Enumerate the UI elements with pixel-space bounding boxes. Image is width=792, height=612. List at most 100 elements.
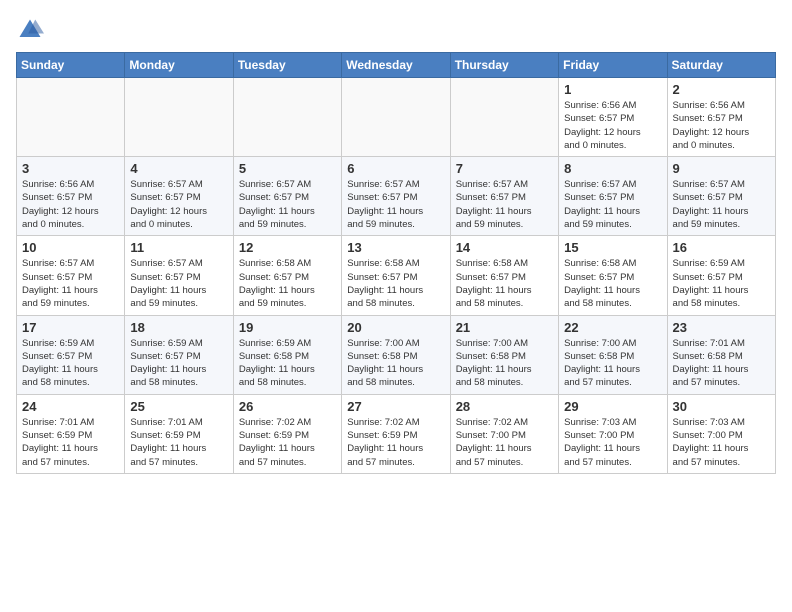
calendar-cell: 3Sunrise: 6:56 AM Sunset: 6:57 PM Daylig… [17, 157, 125, 236]
calendar-week-row: 1 Sunrise: 6:56 AM Sunset: 6:57 PM Daylig… [17, 78, 776, 157]
calendar-week-row: 17 Sunrise: 6:59 AM Sunset: 6:57 PM Dayli… [17, 315, 776, 394]
logo [16, 16, 48, 44]
calendar-cell [17, 78, 125, 157]
day-number: 19 [239, 320, 336, 335]
calendar-cell: 30 Sunrise: 7:03 AM Sunset: 7:00 PM Dayli… [667, 394, 775, 473]
calendar-week-row: 3Sunrise: 6:56 AM Sunset: 6:57 PM Daylig… [17, 157, 776, 236]
day-number: 11 [130, 240, 227, 255]
calendar-cell: 26Sunrise: 7:02 AM Sunset: 6:59 PM Dayli… [233, 394, 341, 473]
calendar-cell: 25 Sunrise: 7:01 AM Sunset: 6:59 PM Dayli… [125, 394, 233, 473]
calendar-week-row: 10 Sunrise: 6:57 AM Sunset: 6:57 PM Dayli… [17, 236, 776, 315]
calendar-cell: 18 Sunrise: 6:59 AM Sunset: 6:57 PM Dayli… [125, 315, 233, 394]
calendar-cell: 14 Sunrise: 6:58 AM Sunset: 6:57 PM Dayli… [450, 236, 558, 315]
calendar-cell: 23 Sunrise: 7:01 AM Sunset: 6:58 PM Dayli… [667, 315, 775, 394]
calendar-cell: 21 Sunrise: 7:00 AM Sunset: 6:58 PM Dayli… [450, 315, 558, 394]
day-info: Sunrise: 6:57 AM Sunset: 6:57 PM Dayligh… [239, 178, 336, 231]
weekday-header: Monday [125, 53, 233, 78]
day-number: 28 [456, 399, 553, 414]
calendar-cell: 2 Sunrise: 6:56 AM Sunset: 6:57 PM Daylig… [667, 78, 775, 157]
day-number: 20 [347, 320, 444, 335]
day-info: Sunrise: 7:03 AM Sunset: 7:00 PM Dayligh… [673, 416, 770, 469]
day-info: Sunrise: 6:59 AM Sunset: 6:57 PM Dayligh… [673, 257, 770, 310]
day-info: Sunrise: 7:01 AM Sunset: 6:59 PM Dayligh… [130, 416, 227, 469]
calendar-cell [125, 78, 233, 157]
calendar: SundayMondayTuesdayWednesdayThursdayFrid… [16, 52, 776, 474]
day-info: Sunrise: 7:01 AM Sunset: 6:58 PM Dayligh… [673, 337, 770, 390]
day-number: 14 [456, 240, 553, 255]
day-info: Sunrise: 6:59 AM Sunset: 6:57 PM Dayligh… [22, 337, 119, 390]
day-number: 22 [564, 320, 661, 335]
calendar-cell: 20Sunrise: 7:00 AM Sunset: 6:58 PM Dayli… [342, 315, 450, 394]
calendar-cell: 17 Sunrise: 6:59 AM Sunset: 6:57 PM Dayli… [17, 315, 125, 394]
weekday-header: Sunday [17, 53, 125, 78]
calendar-cell: 8 Sunrise: 6:57 AM Sunset: 6:57 PM Daylig… [559, 157, 667, 236]
day-number: 23 [673, 320, 770, 335]
calendar-cell [233, 78, 341, 157]
day-info: Sunrise: 7:02 AM Sunset: 6:59 PM Dayligh… [347, 416, 444, 469]
day-number: 18 [130, 320, 227, 335]
day-info: Sunrise: 6:59 AM Sunset: 6:58 PM Dayligh… [239, 337, 336, 390]
calendar-cell: 1 Sunrise: 6:56 AM Sunset: 6:57 PM Daylig… [559, 78, 667, 157]
calendar-cell: 29 Sunrise: 7:03 AM Sunset: 7:00 PM Dayli… [559, 394, 667, 473]
calendar-cell: 15 Sunrise: 6:58 AM Sunset: 6:57 PM Dayli… [559, 236, 667, 315]
calendar-week-row: 24 Sunrise: 7:01 AM Sunset: 6:59 PM Dayli… [17, 394, 776, 473]
calendar-header-row: SundayMondayTuesdayWednesdayThursdayFrid… [17, 53, 776, 78]
day-number: 1 [564, 82, 661, 97]
day-number: 7 [456, 161, 553, 176]
weekday-header: Saturday [667, 53, 775, 78]
day-info: Sunrise: 6:58 AM Sunset: 6:57 PM Dayligh… [239, 257, 336, 310]
day-info: Sunrise: 7:00 AM Sunset: 6:58 PM Dayligh… [456, 337, 553, 390]
calendar-cell: 24 Sunrise: 7:01 AM Sunset: 6:59 PM Dayli… [17, 394, 125, 473]
day-info: Sunrise: 7:00 AM Sunset: 6:58 PM Dayligh… [564, 337, 661, 390]
day-info: Sunrise: 6:57 AM Sunset: 6:57 PM Dayligh… [130, 257, 227, 310]
day-info: Sunrise: 6:56 AM Sunset: 6:57 PM Dayligh… [564, 99, 661, 152]
day-number: 27 [347, 399, 444, 414]
weekday-header: Friday [559, 53, 667, 78]
day-number: 8 [564, 161, 661, 176]
day-number: 30 [673, 399, 770, 414]
calendar-cell: 22 Sunrise: 7:00 AM Sunset: 6:58 PM Dayli… [559, 315, 667, 394]
day-info: Sunrise: 7:01 AM Sunset: 6:59 PM Dayligh… [22, 416, 119, 469]
weekday-header: Thursday [450, 53, 558, 78]
day-info: Sunrise: 6:58 AM Sunset: 6:57 PM Dayligh… [564, 257, 661, 310]
calendar-cell: 9Sunrise: 6:57 AM Sunset: 6:57 PM Daylig… [667, 157, 775, 236]
day-info: Sunrise: 6:57 AM Sunset: 6:57 PM Dayligh… [564, 178, 661, 231]
day-number: 15 [564, 240, 661, 255]
calendar-cell: 5Sunrise: 6:57 AM Sunset: 6:57 PM Daylig… [233, 157, 341, 236]
day-number: 4 [130, 161, 227, 176]
day-number: 6 [347, 161, 444, 176]
day-number: 10 [22, 240, 119, 255]
day-info: Sunrise: 7:03 AM Sunset: 7:00 PM Dayligh… [564, 416, 661, 469]
day-number: 17 [22, 320, 119, 335]
day-info: Sunrise: 6:57 AM Sunset: 6:57 PM Dayligh… [347, 178, 444, 231]
calendar-cell: 6 Sunrise: 6:57 AM Sunset: 6:57 PM Daylig… [342, 157, 450, 236]
weekday-header: Tuesday [233, 53, 341, 78]
calendar-cell: 28 Sunrise: 7:02 AM Sunset: 7:00 PM Dayli… [450, 394, 558, 473]
calendar-cell [450, 78, 558, 157]
day-info: Sunrise: 6:58 AM Sunset: 6:57 PM Dayligh… [456, 257, 553, 310]
day-info: Sunrise: 7:02 AM Sunset: 7:00 PM Dayligh… [456, 416, 553, 469]
calendar-cell: 7 Sunrise: 6:57 AM Sunset: 6:57 PM Daylig… [450, 157, 558, 236]
day-info: Sunrise: 7:02 AM Sunset: 6:59 PM Dayligh… [239, 416, 336, 469]
day-number: 12 [239, 240, 336, 255]
page-header [16, 16, 776, 44]
day-number: 9 [673, 161, 770, 176]
day-info: Sunrise: 6:56 AM Sunset: 6:57 PM Dayligh… [673, 99, 770, 152]
day-info: Sunrise: 6:57 AM Sunset: 6:57 PM Dayligh… [130, 178, 227, 231]
day-number: 24 [22, 399, 119, 414]
calendar-cell: 12 Sunrise: 6:58 AM Sunset: 6:57 PM Dayli… [233, 236, 341, 315]
calendar-cell: 19 Sunrise: 6:59 AM Sunset: 6:58 PM Dayli… [233, 315, 341, 394]
calendar-cell: 27 Sunrise: 7:02 AM Sunset: 6:59 PM Dayli… [342, 394, 450, 473]
calendar-cell: 4 Sunrise: 6:57 AM Sunset: 6:57 PM Daylig… [125, 157, 233, 236]
day-info: Sunrise: 6:58 AM Sunset: 6:57 PM Dayligh… [347, 257, 444, 310]
calendar-cell: 16Sunrise: 6:59 AM Sunset: 6:57 PM Dayli… [667, 236, 775, 315]
calendar-cell: 11 Sunrise: 6:57 AM Sunset: 6:57 PM Dayli… [125, 236, 233, 315]
day-number: 2 [673, 82, 770, 97]
day-number: 29 [564, 399, 661, 414]
day-info: Sunrise: 6:57 AM Sunset: 6:57 PM Dayligh… [456, 178, 553, 231]
day-number: 21 [456, 320, 553, 335]
day-info: Sunrise: 6:59 AM Sunset: 6:57 PM Dayligh… [130, 337, 227, 390]
day-number: 13 [347, 240, 444, 255]
day-info: Sunrise: 6:56 AM Sunset: 6:57 PM Dayligh… [22, 178, 119, 231]
day-number: 25 [130, 399, 227, 414]
